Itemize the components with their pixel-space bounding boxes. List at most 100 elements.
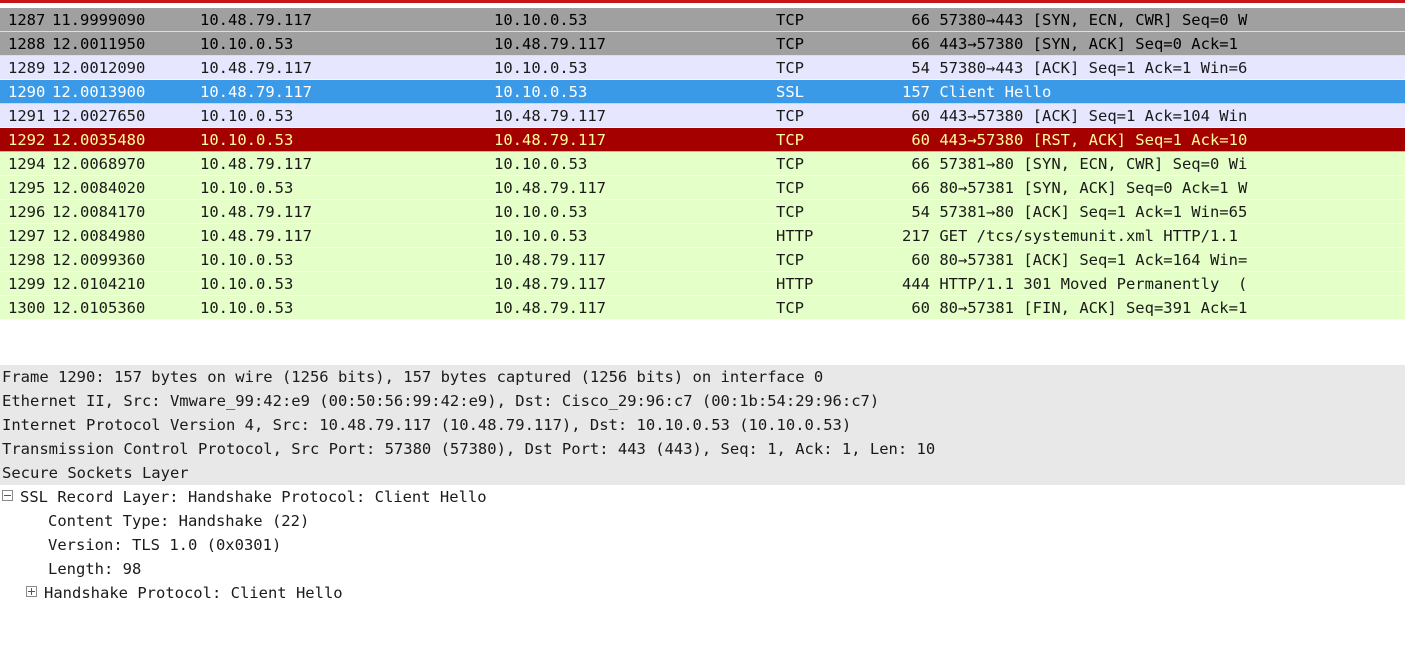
packet-number: 1294 xyxy=(8,155,46,173)
packet-protocol: TCP xyxy=(776,179,804,197)
packet-time: 12.0027650 xyxy=(52,107,146,125)
packet-source: 10.10.0.53 xyxy=(200,275,294,293)
packet-row[interactable]: 1289 12.0012090 10.48.79.117 10.10.0.53 TCP 5… xyxy=(0,56,1405,80)
packet-info-cell: 60 443→57380 [ACK] Seq=1 Ack=104 Win xyxy=(898,104,1398,127)
packet-row[interactable]: 1288 12.0011950 10.10.0.53 10.48.79.117 TCP 6… xyxy=(0,32,1405,56)
packet-info: 443→57380 [SYN, ACK] Seq=0 Ack=1 xyxy=(939,35,1238,53)
packet-info: 57381→80 [ACK] Seq=1 Ack=1 Win=65 xyxy=(939,203,1248,221)
packet-protocol: TCP xyxy=(776,35,804,53)
packet-time: 12.0084980 xyxy=(52,227,146,245)
packet-info: 443→57380 [ACK] Seq=1 Ack=104 Win xyxy=(939,107,1248,125)
packet-time: 12.0068970 xyxy=(52,155,146,173)
packet-info-cell: 54 57381→80 [ACK] Seq=1 Ack=1 Win=65 xyxy=(898,200,1398,223)
packet-length: 66 xyxy=(911,35,930,53)
packet-row[interactable]: 1296 12.0084170 10.48.79.117 10.10.0.53 TCP 5… xyxy=(0,200,1405,224)
packet-length: 60 xyxy=(911,107,930,125)
packet-protocol: TCP xyxy=(776,59,804,77)
packet-destination: 10.48.79.117 xyxy=(494,107,606,125)
packet-row[interactable]: 1295 12.0084020 10.10.0.53 10.48.79.117 TCP 6… xyxy=(0,176,1405,200)
packet-source: 10.48.79.117 xyxy=(200,227,312,245)
packet-number: 1295 xyxy=(8,179,46,197)
packet-row[interactable]: 1294 12.0068970 10.48.79.117 10.10.0.53 TCP 6… xyxy=(0,152,1405,176)
packet-length: 66 xyxy=(911,155,930,173)
packet-length: 54 xyxy=(911,203,930,221)
packet-number: 1289 xyxy=(8,59,46,77)
packet-protocol: TCP xyxy=(776,299,804,317)
packet-time: 12.0013900 xyxy=(52,83,146,101)
detail-ethernet[interactable]: Ethernet II, Src: Vmware_99:42:e9 (00:50… xyxy=(0,389,1405,413)
packet-list[interactable]: 1287 11.9999090 10.48.79.117 10.10.0.53 TCP 6… xyxy=(0,8,1405,365)
packet-time: 12.0011950 xyxy=(52,35,146,53)
packet-protocol: TCP xyxy=(776,155,804,173)
packet-source: 10.48.79.117 xyxy=(200,203,312,221)
packet-length: 66 xyxy=(911,179,930,197)
detail-handshake[interactable]: Handshake Protocol: Client Hello xyxy=(0,581,1405,605)
packet-row[interactable]: 1297 12.0084980 10.48.79.117 10.10.0.53 HTTP… xyxy=(0,224,1405,248)
detail-ssl-record[interactable]: SSL Record Layer: Handshake Protocol: Cl… xyxy=(0,485,1405,509)
packet-row[interactable]: 1290 12.0013900 10.48.79.117 10.10.0.53 SSL 1… xyxy=(0,80,1405,104)
detail-tcp[interactable]: Transmission Control Protocol, Src Port:… xyxy=(0,437,1405,461)
packet-length: 444 xyxy=(902,275,930,293)
packet-row[interactable]: 1291 12.0027650 10.10.0.53 10.48.79.117 TCP 6… xyxy=(0,104,1405,128)
expand-icon[interactable] xyxy=(26,586,37,597)
packet-number: 1288 xyxy=(8,35,46,53)
packet-destination: 10.10.0.53 xyxy=(494,59,588,77)
packet-destination: 10.10.0.53 xyxy=(494,83,588,101)
detail-frame[interactable]: Frame 1290: 157 bytes on wire (1256 bits… xyxy=(0,365,1405,389)
packet-protocol: TCP xyxy=(776,251,804,269)
packet-protocol: TCP xyxy=(776,131,804,149)
packet-time: 11.9999090 xyxy=(52,11,146,29)
packet-source: 10.10.0.53 xyxy=(200,251,294,269)
packet-destination: 10.48.79.117 xyxy=(494,251,606,269)
packet-info-cell: 66 57380→443 [SYN, ECN, CWR] Seq=0 W xyxy=(898,8,1398,31)
collapse-icon[interactable] xyxy=(2,490,13,501)
packet-info-cell: 60 443→57380 [RST, ACK] Seq=1 Ack=10 xyxy=(898,128,1398,151)
packet-number: 1287 xyxy=(8,11,46,29)
detail-ip[interactable]: Internet Protocol Version 4, Src: 10.48.… xyxy=(0,413,1405,437)
packet-info: Client Hello xyxy=(939,83,1052,101)
packet-info-cell: 66 80→57381 [SYN, ACK] Seq=0 Ack=1 W xyxy=(898,176,1398,199)
packet-info-cell: 444 HTTP/1.1 301 Moved Permanently ( xyxy=(898,272,1398,295)
packet-protocol: TCP xyxy=(776,107,804,125)
packet-row[interactable]: 1292 12.0035480 10.10.0.53 10.48.79.117 TCP 6… xyxy=(0,128,1405,152)
detail-content-type[interactable]: Content Type: Handshake (22) xyxy=(0,509,1405,533)
packet-source: 10.48.79.117 xyxy=(200,59,312,77)
packet-info-cell: 54 57380→443 [ACK] Seq=1 Ack=1 Win=6 xyxy=(898,56,1398,79)
detail-length[interactable]: Length: 98 xyxy=(0,557,1405,581)
packet-destination: 10.10.0.53 xyxy=(494,227,588,245)
packet-source: 10.48.79.117 xyxy=(200,155,312,173)
packet-protocol: HTTP xyxy=(776,227,814,245)
packet-source: 10.48.79.117 xyxy=(200,11,312,29)
packet-length: 157 xyxy=(902,83,930,101)
packet-info: 80→57381 [SYN, ACK] Seq=0 Ack=1 W xyxy=(939,179,1248,197)
packet-row[interactable]: 1298 12.0099360 10.10.0.53 10.48.79.117 TCP 6… xyxy=(0,248,1405,272)
packet-destination: 10.10.0.53 xyxy=(494,203,588,221)
detail-ssl[interactable]: Secure Sockets Layer xyxy=(0,461,1405,485)
packet-source: 10.10.0.53 xyxy=(200,179,294,197)
packet-time: 12.0084020 xyxy=(52,179,146,197)
packet-length: 60 xyxy=(911,251,930,269)
packet-info: 57381→80 [SYN, ECN, CWR] Seq=0 Wi xyxy=(939,155,1248,173)
packet-number: 1296 xyxy=(8,203,46,221)
packet-length: 217 xyxy=(902,227,930,245)
packet-info-cell: 60 80→57381 [FIN, ACK] Seq=391 Ack=1 xyxy=(898,296,1398,319)
packet-length: 60 xyxy=(911,131,930,149)
packet-row[interactable]: 1300 12.0105360 10.10.0.53 10.48.79.117 TCP 6… xyxy=(0,296,1405,320)
packet-destination: 10.48.79.117 xyxy=(494,179,606,197)
packet-info-cell: 157 Client Hello xyxy=(898,80,1398,103)
packet-protocol: TCP xyxy=(776,203,804,221)
packet-destination: 10.48.79.117 xyxy=(494,131,606,149)
detail-version[interactable]: Version: TLS 1.0 (0x0301) xyxy=(0,533,1405,557)
packet-number: 1300 xyxy=(8,299,46,317)
packet-number: 1290 xyxy=(8,83,46,101)
packet-info: 57380→443 [ACK] Seq=1 Ack=1 Win=6 xyxy=(939,59,1248,77)
packet-row[interactable]: 1287 11.9999090 10.48.79.117 10.10.0.53 TCP 6… xyxy=(0,8,1405,32)
packet-protocol: HTTP xyxy=(776,275,814,293)
packet-time: 12.0035480 xyxy=(52,131,146,149)
packet-number: 1299 xyxy=(8,275,46,293)
top-edge xyxy=(0,0,1405,8)
packet-info-cell: 66 443→57380 [SYN, ACK] Seq=0 Ack=1 xyxy=(898,32,1398,55)
packet-details-pane[interactable]: Frame 1290: 157 bytes on wire (1256 bits… xyxy=(0,365,1405,651)
packet-row[interactable]: 1299 12.0104210 10.10.0.53 10.48.79.117 HTTP… xyxy=(0,272,1405,296)
packet-source: 10.10.0.53 xyxy=(200,107,294,125)
